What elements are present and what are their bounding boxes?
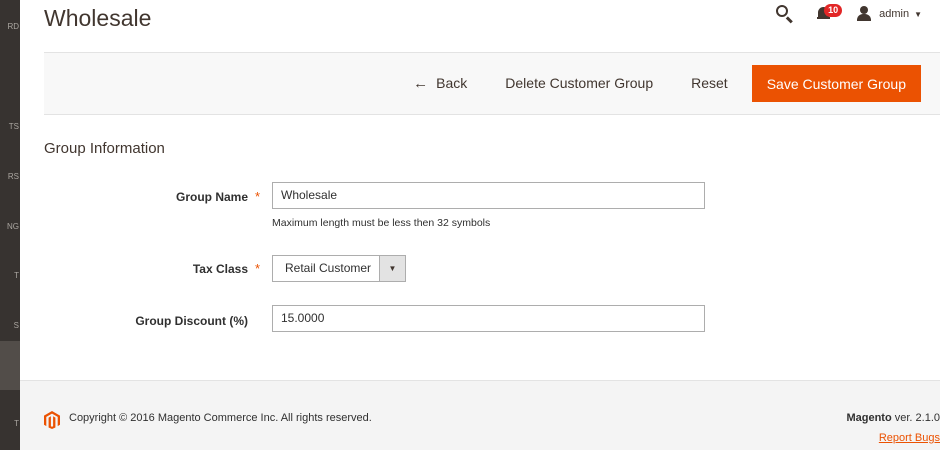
notifications-badge: 10 xyxy=(824,4,843,17)
group-discount-input[interactable]: 15.0000 xyxy=(272,305,705,332)
back-button[interactable]: ← Back xyxy=(394,65,486,102)
sidebar-item-stores[interactable] xyxy=(0,341,20,390)
sidebar-item-marketing[interactable]: NG xyxy=(0,222,20,231)
required-marker: * xyxy=(255,261,261,276)
back-label: Back xyxy=(436,75,468,91)
copyright-text: Copyright © 2016 Magento Commerce Inc. A… xyxy=(69,412,372,424)
reset-button[interactable]: Reset xyxy=(672,65,747,102)
group-name-label: Group Name xyxy=(175,190,248,204)
page-actions-bar: ← Back Delete Customer Group Reset Save C… xyxy=(44,52,940,115)
chevron-down-icon: ▼ xyxy=(379,256,405,281)
header-actions: 10 admin ▼ xyxy=(775,3,922,25)
user-menu[interactable]: admin ▼ xyxy=(857,6,922,22)
delete-customer-group-button[interactable]: Delete Customer Group xyxy=(486,65,672,102)
sidebar-item-dashboard[interactable]: RD xyxy=(0,22,20,31)
notifications-button[interactable]: 10 xyxy=(817,4,843,24)
brand-name: Magento xyxy=(846,412,892,424)
tax-class-selected: Retail Customer xyxy=(285,261,372,275)
chevron-down-icon: ▼ xyxy=(914,9,922,19)
save-customer-group-button[interactable]: Save Customer Group xyxy=(751,65,921,102)
page-title: Wholesale xyxy=(44,5,152,31)
sidebar-item-reports[interactable]: S xyxy=(0,321,20,330)
magento-logo-icon xyxy=(44,411,60,429)
sidebar-item-system[interactable]: T xyxy=(0,419,20,428)
version-number: ver. 2.1.0 xyxy=(891,412,940,424)
sidebar-item-content[interactable]: T xyxy=(0,271,20,280)
admin-sidebar: RD TS RS NG T S T xyxy=(0,0,20,450)
page-footer: Copyright © 2016 Magento Commerce Inc. A… xyxy=(20,380,940,450)
tax-class-select[interactable]: Retail Customer ▼ xyxy=(272,255,406,282)
version-text: Magento ver. 2.1.0 xyxy=(846,412,940,424)
sidebar-item-customers[interactable]: RS xyxy=(0,172,20,181)
sidebar-item-products[interactable]: TS xyxy=(0,122,20,131)
user-icon xyxy=(857,6,872,22)
tax-class-label: Tax Class xyxy=(192,262,248,276)
report-bugs-link[interactable]: Report Bugs xyxy=(879,432,940,444)
arrow-left-icon: ← xyxy=(413,75,429,92)
group-name-note: Maximum length must be less then 32 symb… xyxy=(272,217,491,229)
required-marker: * xyxy=(255,189,261,204)
group-discount-label: Group Discount (%) xyxy=(135,314,248,328)
group-name-input[interactable]: Wholesale xyxy=(272,182,705,209)
search-icon[interactable] xyxy=(775,4,795,24)
section-title: Group Information xyxy=(44,140,165,157)
user-name: admin xyxy=(879,8,910,20)
